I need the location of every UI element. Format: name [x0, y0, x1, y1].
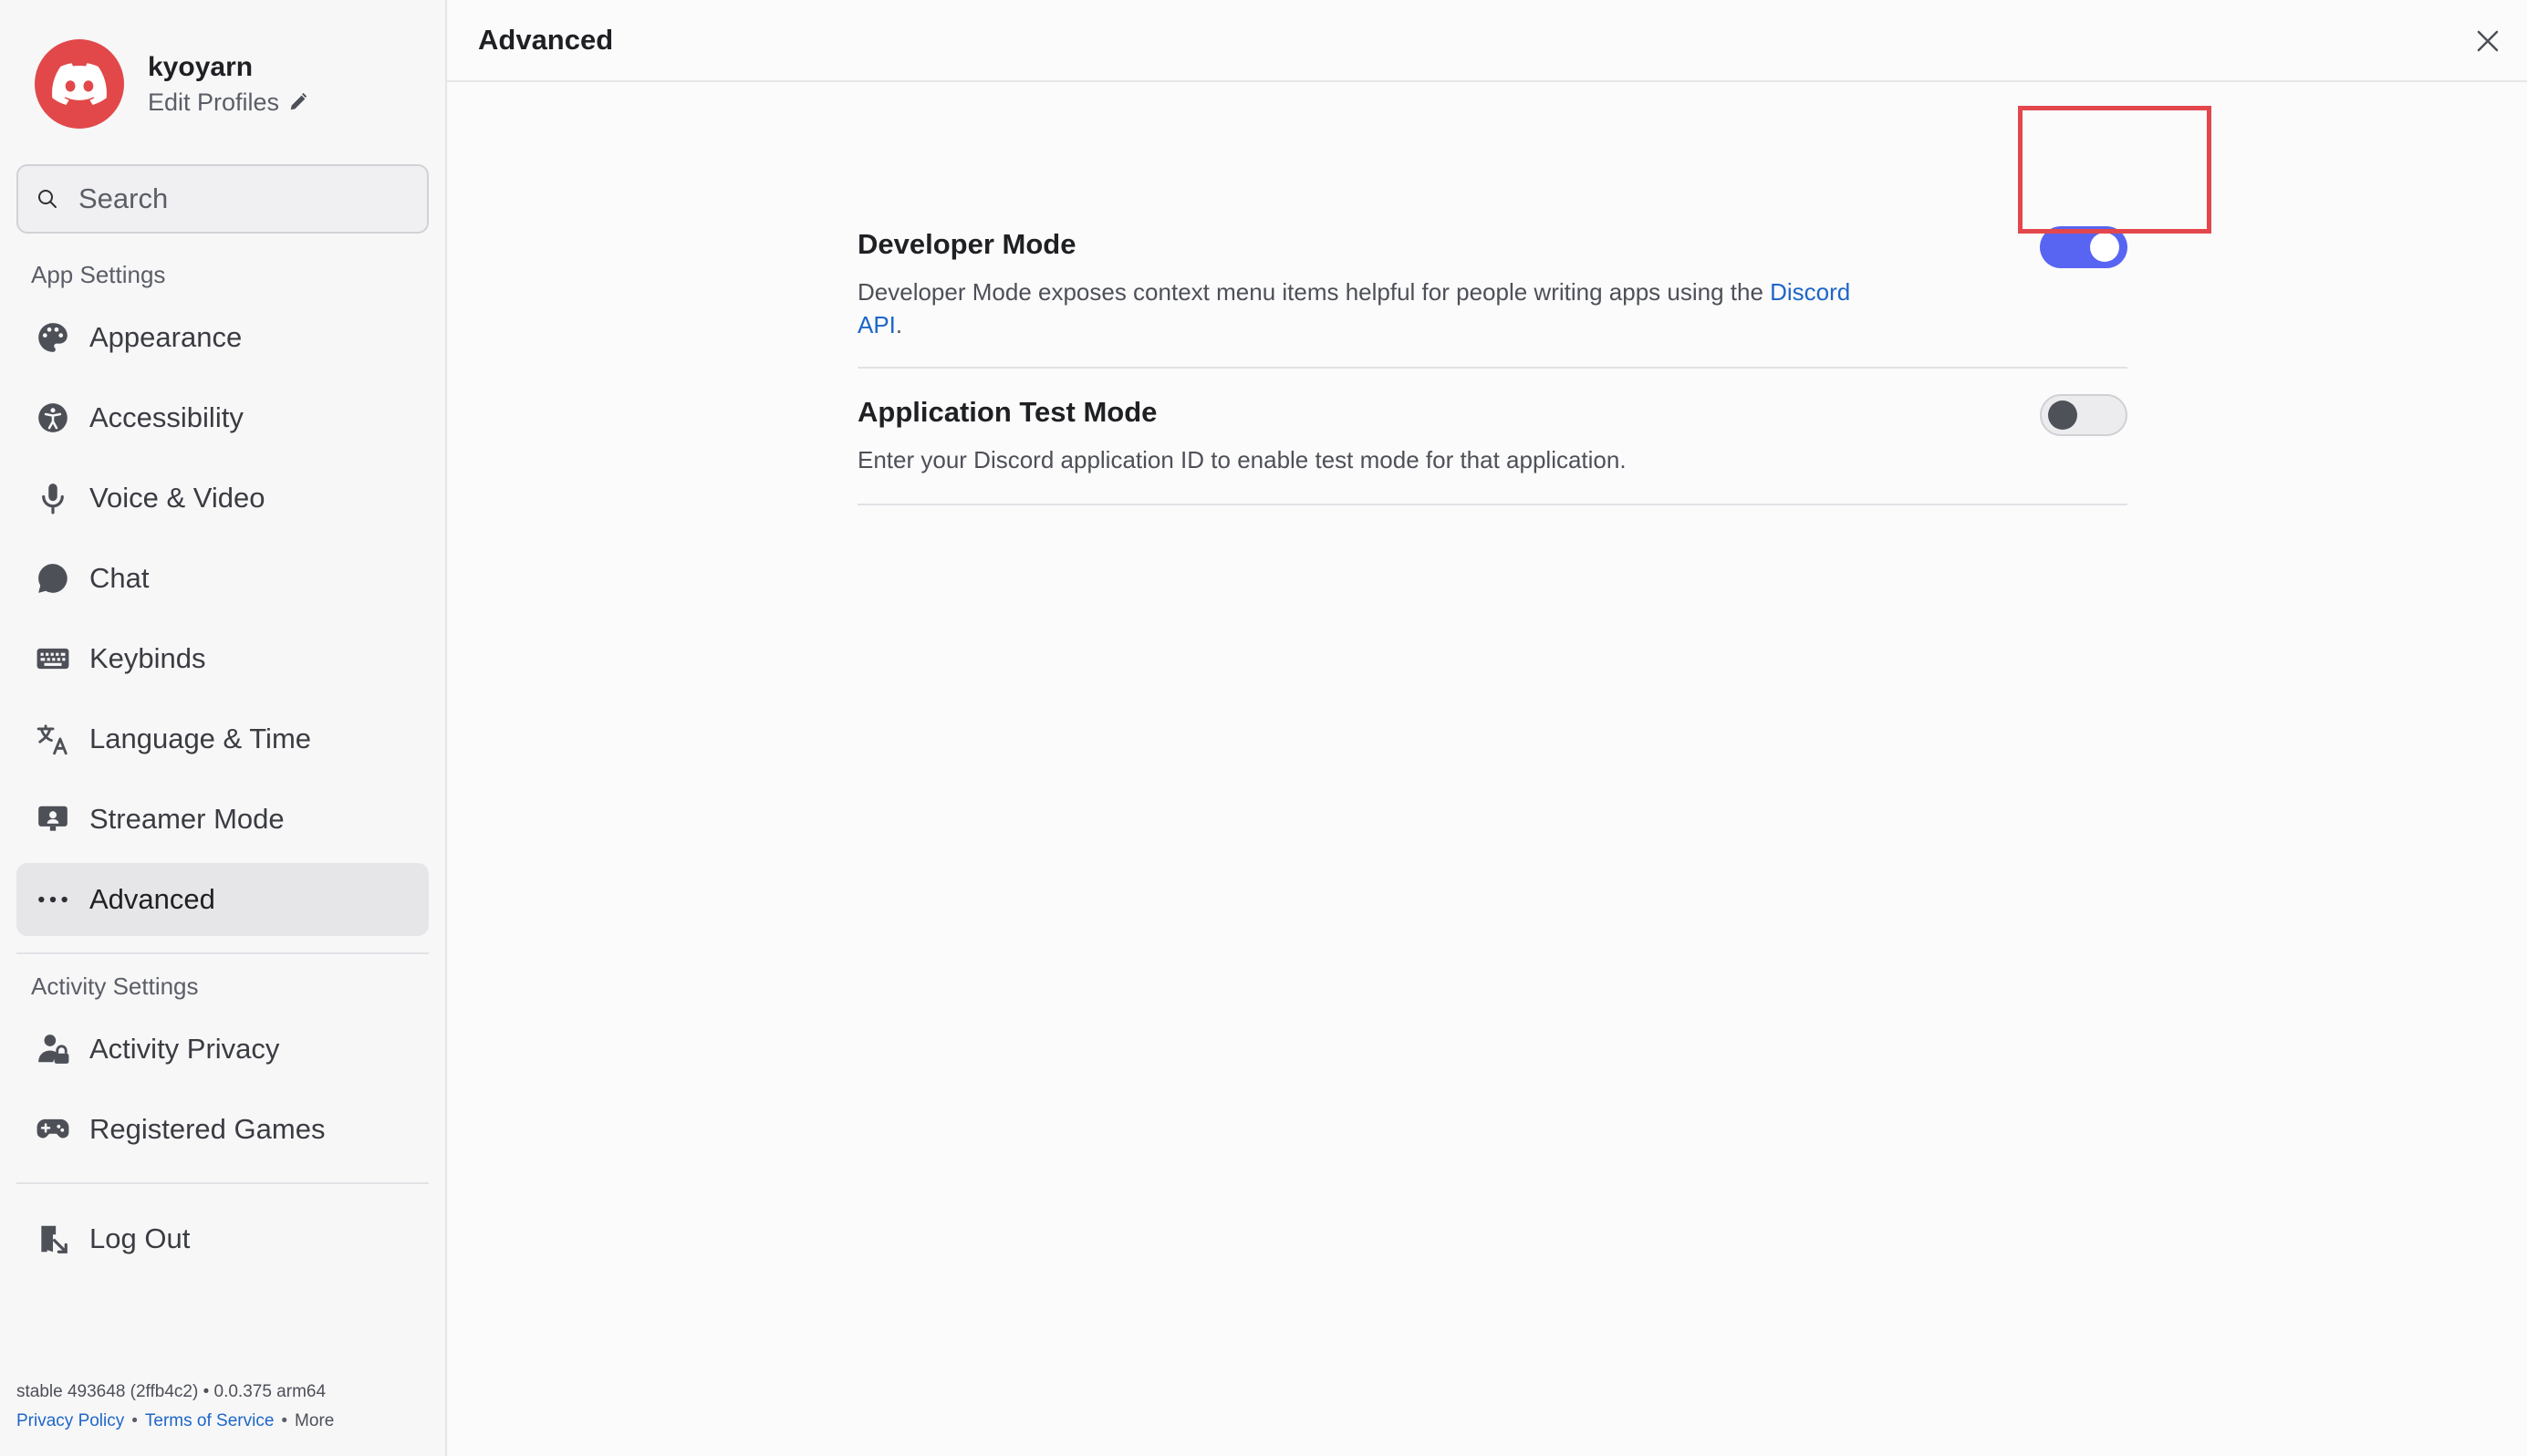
- activity-settings-nav: Activity Privacy Registered Games: [16, 1013, 429, 1166]
- username: kyoyarn: [148, 51, 254, 82]
- developer-mode-setting: Developer Mode Developer Mode exposes co…: [858, 82, 2127, 369]
- application-test-mode-setting: Application Test Mode Enter your Discord…: [858, 369, 2127, 505]
- sidebar-item-activity-privacy[interactable]: Activity Privacy: [16, 1013, 429, 1086]
- keyboard-icon: [35, 640, 71, 677]
- sidebar-item-label: Keybinds: [89, 642, 206, 674]
- app-settings-heading: App Settings: [31, 261, 166, 288]
- palette-icon: [35, 319, 71, 356]
- sidebar-item-registered-games[interactable]: Registered Games: [16, 1093, 429, 1166]
- sidebar-item-appearance[interactable]: Appearance: [16, 301, 429, 374]
- sidebar-item-accessibility[interactable]: Accessibility: [16, 381, 429, 454]
- sidebar-item-label: Voice & Video: [89, 482, 265, 514]
- sidebar-item-label: Registered Games: [89, 1113, 326, 1145]
- sidebar-item-streamer-mode[interactable]: Streamer Mode: [16, 783, 429, 856]
- developer-mode-title: Developer Mode: [858, 228, 1076, 260]
- sidebar-item-voice-video[interactable]: Voice & Video: [16, 462, 429, 535]
- sidebar-divider: [16, 952, 429, 954]
- application-test-mode-description: Enter your Discord application ID to ena…: [858, 446, 1627, 473]
- page-title: Advanced: [478, 24, 614, 56]
- sidebar-item-label: Log Out: [89, 1222, 191, 1254]
- close-icon: [2477, 30, 2499, 52]
- more-dots-icon: [35, 881, 71, 918]
- search-input[interactable]: [77, 182, 409, 216]
- toggle-knob: [2090, 233, 2119, 262]
- footer-separator: •: [131, 1411, 138, 1430]
- sidebar-divider: [16, 1182, 429, 1184]
- page-header: Advanced: [447, 0, 2527, 82]
- settings-content: Developer Mode Developer Mode exposes co…: [858, 82, 2127, 505]
- translate-icon: [35, 721, 71, 757]
- pencil-icon: [290, 92, 307, 110]
- developer-mode-description: Developer Mode exposes context menu item…: [858, 276, 1888, 341]
- edit-profiles-link[interactable]: Edit Profiles: [148, 88, 308, 117]
- developer-mode-description-text: Developer Mode exposes context menu item…: [858, 278, 1771, 306]
- application-test-mode-title: Application Test Mode: [858, 396, 1158, 428]
- search-icon: [38, 190, 57, 208]
- sidebar-item-label: Advanced: [89, 883, 215, 915]
- search-box[interactable]: [16, 164, 429, 234]
- terms-of-service-link[interactable]: Terms of Service: [145, 1411, 274, 1430]
- more-link[interactable]: More: [295, 1411, 334, 1430]
- developer-mode-toggle[interactable]: [2040, 226, 2127, 268]
- sidebar-item-label: Streamer Mode: [89, 803, 285, 835]
- sidebar-item-label: Activity Privacy: [89, 1033, 280, 1065]
- streamer-mode-icon: [35, 801, 71, 837]
- log-out-icon: [35, 1221, 71, 1257]
- chat-bubble-icon: [35, 560, 71, 597]
- account-nav: Log Out: [16, 1202, 429, 1275]
- profile-header: kyoyarn Edit Profiles: [16, 0, 429, 129]
- activity-privacy-icon: [35, 1031, 71, 1067]
- gamepad-icon: [35, 1111, 71, 1148]
- sidebar-item-label: Accessibility: [89, 401, 244, 433]
- avatar[interactable]: [35, 39, 124, 129]
- description-period: .: [895, 311, 903, 338]
- toggle-knob: [2048, 400, 2077, 430]
- discord-logo-icon: [52, 63, 107, 105]
- settings-main: Advanced Developer Mode Developer Mode e…: [447, 0, 2527, 1456]
- sidebar-item-language-time[interactable]: Language & Time: [16, 702, 429, 775]
- footer-separator: •: [281, 1411, 288, 1430]
- activity-settings-heading: Activity Settings: [31, 972, 199, 1000]
- microphone-icon: [35, 480, 71, 516]
- close-button[interactable]: [2467, 20, 2509, 62]
- sidebar-item-log-out[interactable]: Log Out: [16, 1202, 429, 1275]
- sidebar-item-label: Chat: [89, 562, 150, 594]
- app-settings-nav: Appearance Accessibility Voice & Video C…: [16, 301, 429, 936]
- sidebar-item-keybinds[interactable]: Keybinds: [16, 622, 429, 695]
- sidebar-item-chat[interactable]: Chat: [16, 542, 429, 615]
- edit-profiles-label: Edit Profiles: [148, 88, 280, 116]
- application-test-mode-toggle[interactable]: [2040, 394, 2127, 436]
- sidebar-item-label: Appearance: [89, 321, 243, 353]
- build-info: stable 493648 (2ffb4c2) • 0.0.375 arm64: [16, 1382, 327, 1401]
- sidebar-item-label: Language & Time: [89, 723, 312, 754]
- privacy-policy-link[interactable]: Privacy Policy: [16, 1411, 124, 1430]
- settings-sidebar: kyoyarn Edit Profiles App Settings Appea…: [0, 0, 447, 1456]
- sidebar-item-advanced[interactable]: Advanced: [16, 863, 429, 936]
- accessibility-icon: [35, 400, 71, 436]
- sidebar-footer: stable 493648 (2ffb4c2) • 0.0.375 arm64 …: [16, 1378, 334, 1436]
